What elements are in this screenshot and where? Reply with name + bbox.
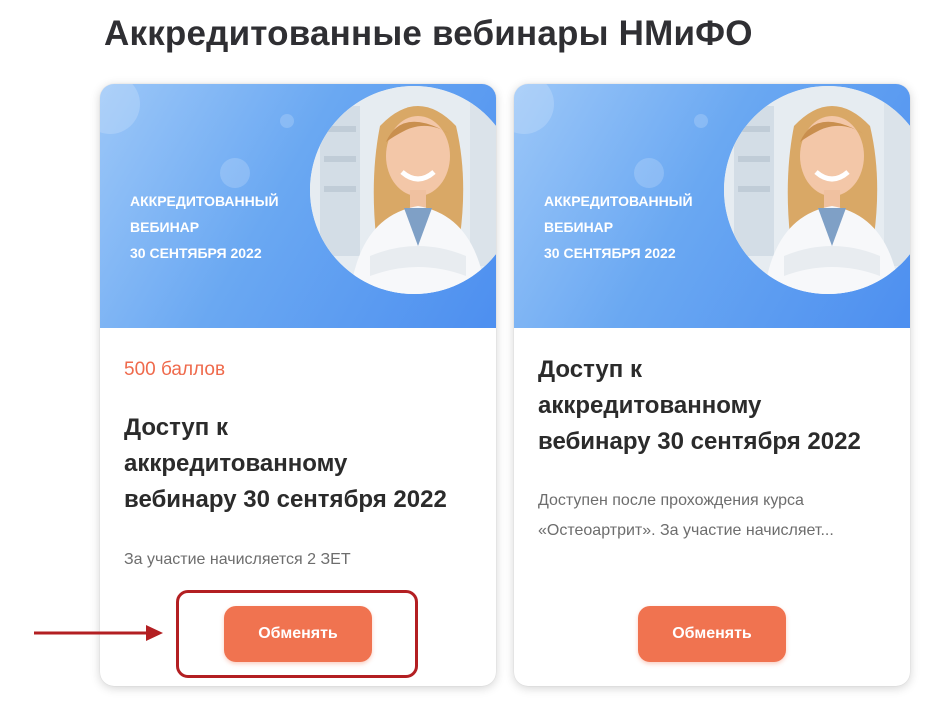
banner-line: вебинар [544, 219, 614, 235]
decorative-bubble [100, 84, 140, 134]
decorative-bubble [694, 114, 708, 128]
card-title-line: Доступ к [124, 414, 228, 441]
arrow-right-icon [34, 625, 163, 641]
exchange-button[interactable]: Обменять [638, 606, 786, 662]
doctor-illustration-icon [724, 86, 910, 294]
decorative-bubble [634, 158, 664, 188]
card-title: Доступ к аккредитованному вебинару 30 се… [124, 410, 474, 518]
decorative-bubble [280, 114, 294, 128]
card-title-line: вебинару 30 сентября 2022 [124, 486, 447, 513]
doctor-photo [724, 86, 910, 294]
banner-line: 30 сентября 2022 [130, 245, 262, 261]
banner-line: Аккредитованный [544, 193, 693, 209]
card-description-line: «Остеоартрит». За участие начисляет... [538, 522, 834, 539]
banner-line: 30 сентября 2022 [544, 245, 676, 261]
banner-caption: Аккредитованный вебинар 30 сентября 2022 [544, 188, 744, 266]
page-title: Аккредитованные вебинары НМиФО [104, 14, 753, 53]
decorative-bubble [514, 84, 554, 134]
card-title-line: аккредитованному [124, 450, 348, 477]
card-description: Доступен после прохождения курса «Остеоа… [538, 486, 890, 546]
banner-line: Аккредитованный [130, 193, 279, 209]
doctor-illustration-icon [310, 86, 496, 294]
points-cost: 500 баллов [124, 359, 226, 380]
doctor-photo [310, 86, 496, 294]
banner-caption: Аккредитованный вебинар 30 сентября 2022 [130, 188, 330, 266]
card-banner: Аккредитованный вебинар 30 сентября 2022 [514, 84, 910, 328]
card-description-line: Доступен после прохождения курса [538, 492, 804, 509]
webinar-card[interactable]: Аккредитованный вебинар 30 сентября 2022 [514, 84, 910, 686]
card-title-line: вебинару 30 сентября 2022 [538, 428, 861, 455]
card-banner: Аккредитованный вебинар 30 сентября 2022 [100, 84, 496, 328]
card-description-line: За участие начисляется 2 ЗЕТ [124, 551, 351, 568]
exchange-button-highlight [176, 590, 418, 678]
decorative-bubble [220, 158, 250, 188]
card-title-line: аккредитованному [538, 392, 762, 419]
card-title: Доступ к аккредитованному вебинару 30 се… [538, 352, 888, 460]
card-title-line: Доступ к [538, 356, 642, 383]
banner-line: вебинар [130, 219, 200, 235]
card-description: За участие начисляется 2 ЗЕТ [124, 545, 476, 575]
